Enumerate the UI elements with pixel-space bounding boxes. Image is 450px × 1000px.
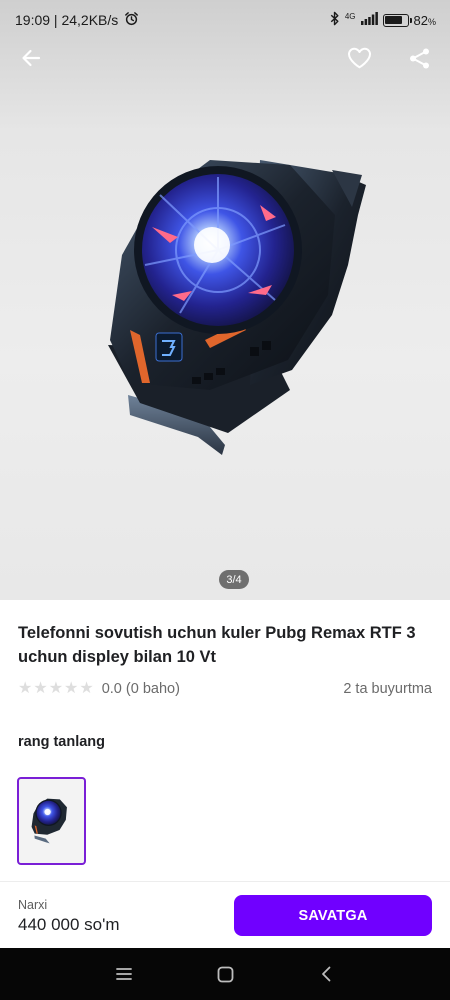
rating-text: 0.0 (0 baho) xyxy=(101,681,180,697)
system-nav-bar xyxy=(0,948,450,1000)
rating-row: ★ ★ ★ ★ ★ 0.0 (0 baho) 2 ta buyurtma xyxy=(18,679,432,699)
color-section-label: rang tanlang xyxy=(18,734,106,750)
star-icon: ★ xyxy=(33,680,48,697)
status-right: 4G 82% xyxy=(330,11,436,29)
battery-icon xyxy=(382,13,412,27)
heart-icon[interactable] xyxy=(343,42,375,74)
rating-summary[interactable]: ★ ★ ★ ★ ★ 0.0 (0 baho) xyxy=(18,681,180,698)
status-left: 19:09 | 24,2KB/s xyxy=(15,11,139,29)
battery-percent: 82% xyxy=(414,13,436,28)
bluetooth-icon xyxy=(330,11,340,29)
back-arrow-icon[interactable] xyxy=(15,42,47,74)
price-value: 440 000 so'm xyxy=(18,915,120,934)
product-photo xyxy=(108,160,366,455)
bottom-purchase-bar: Narxi 440 000 so'm SAVATGA xyxy=(0,881,450,948)
star-icon: ★ xyxy=(64,680,79,697)
product-gallery[interactable]: 19:09 | 24,2KB/s 4G 82% 3/4 xyxy=(0,0,450,600)
battery-percent-value: 82 xyxy=(413,12,428,28)
status-bar: 19:09 | 24,2KB/s 4G 82% xyxy=(0,0,450,40)
back-icon[interactable] xyxy=(312,960,340,988)
price-label: Narxi xyxy=(18,898,48,912)
battery-percent-symbol: % xyxy=(427,16,436,27)
orders-count: 2 ta buyurtma xyxy=(343,681,432,697)
color-option-image xyxy=(31,798,67,844)
star-icon: ★ xyxy=(18,680,33,697)
menu-icon[interactable] xyxy=(110,960,138,988)
product-title: Telefonni sovutish uchun kuler Pubg Rema… xyxy=(18,624,416,666)
star-icon: ★ xyxy=(48,680,64,697)
rating-stars: ★ ★ ★ ★ ★ xyxy=(18,681,94,697)
color-option-thumbnail[interactable] xyxy=(17,777,86,865)
network-type: 4G xyxy=(344,12,356,21)
share-icon[interactable] xyxy=(403,42,435,74)
gallery-pager: 3/4 xyxy=(219,570,249,589)
star-icon: ★ xyxy=(79,680,94,697)
time-speed-text: 19:09 | 24,2KB/s xyxy=(15,12,119,28)
battery-fill xyxy=(385,16,403,24)
add-to-cart-button[interactable]: SAVATGA xyxy=(234,895,432,936)
alarm-clock-icon xyxy=(124,11,139,29)
signal-icon xyxy=(360,12,378,28)
home-icon[interactable] xyxy=(211,960,239,988)
